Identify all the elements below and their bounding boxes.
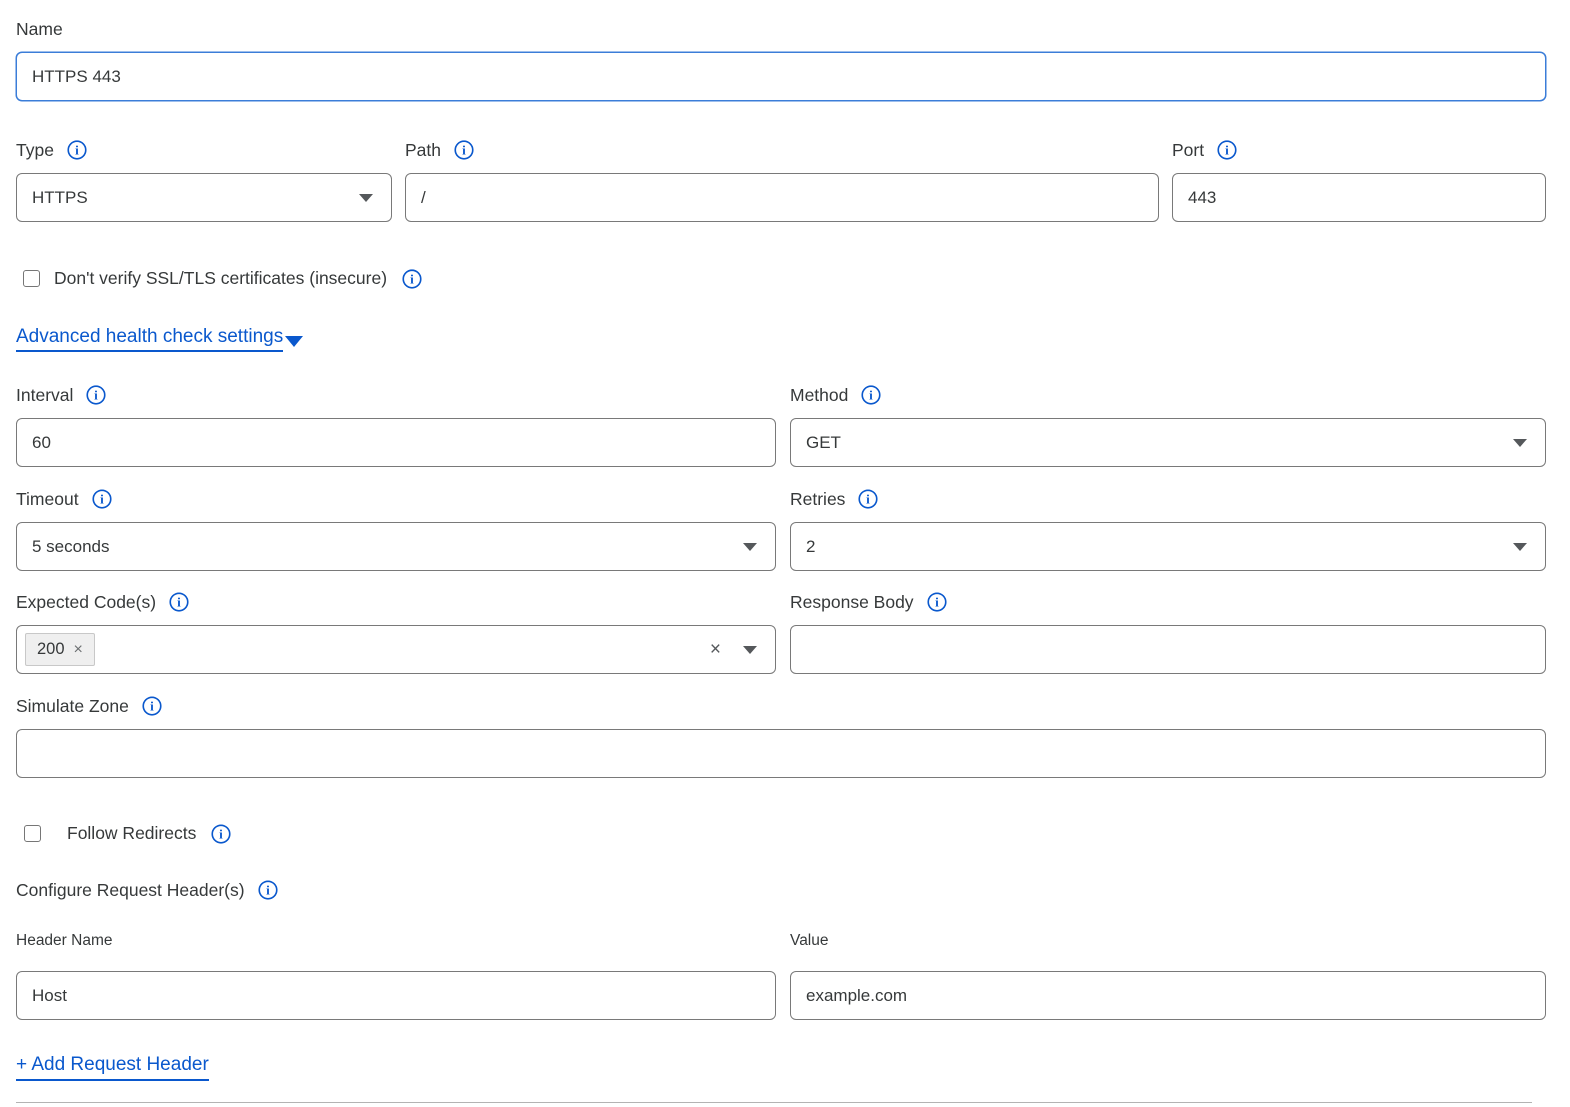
timeout-select[interactable]: 5 seconds (16, 522, 776, 571)
chevron-down-icon (285, 336, 303, 347)
interval-label: Interval (16, 384, 73, 406)
info-icon[interactable]: i (258, 880, 278, 900)
info-icon[interactable]: i (454, 140, 474, 160)
type-label: Type (16, 139, 54, 161)
path-input[interactable] (405, 173, 1159, 222)
info-icon[interactable]: i (92, 489, 112, 509)
method-label: Method (790, 384, 848, 406)
response-body-label: Response Body (790, 591, 914, 613)
method-select-value: GET (806, 433, 841, 453)
name-label: Name (16, 18, 63, 40)
timeout-label: Timeout (16, 488, 79, 510)
name-input[interactable] (16, 52, 1546, 101)
simulate-zone-field: Simulate Zone i (16, 695, 1546, 778)
info-icon[interactable]: i (67, 140, 87, 160)
header-value-field: Value (790, 930, 1546, 1020)
expected-codes-field: Expected Code(s) i 200 × × (16, 591, 776, 674)
svg-text:i: i (935, 595, 939, 610)
simulate-zone-input[interactable] (16, 729, 1546, 778)
expected-codes-label: Expected Code(s) (16, 591, 156, 613)
chevron-down-icon (359, 194, 373, 202)
header-name-input[interactable] (16, 971, 776, 1020)
header-value-label: Value (790, 930, 829, 952)
info-icon[interactable]: i (1217, 140, 1237, 160)
type-field: Type i HTTPS (16, 139, 392, 222)
interval-input[interactable] (16, 418, 776, 467)
info-icon[interactable]: i (169, 592, 189, 612)
port-field: Port i (1172, 139, 1546, 222)
response-body-input[interactable] (790, 625, 1546, 674)
svg-text:i: i (177, 595, 181, 610)
remove-tag-icon[interactable]: × (74, 642, 83, 658)
method-field: Method i GET (790, 384, 1546, 467)
svg-text:i: i (867, 492, 871, 507)
ssl-verify-checkbox[interactable] (23, 270, 40, 287)
path-label: Path (405, 139, 441, 161)
clear-all-icon[interactable]: × (710, 640, 721, 659)
chevron-down-icon (743, 543, 757, 551)
advanced-settings-link[interactable]: Advanced health check settings (16, 326, 283, 352)
retries-select-value: 2 (806, 537, 815, 557)
follow-redirects-checkbox[interactable] (24, 825, 41, 842)
info-icon[interactable]: i (142, 696, 162, 716)
interval-field: Interval i (16, 384, 776, 467)
request-headers-section-label: Configure Request Header(s) (16, 879, 245, 901)
svg-text:i: i (870, 388, 874, 403)
health-check-form: Name Type i HTTPS Path i (16, 0, 1546, 1103)
type-select[interactable]: HTTPS (16, 173, 392, 222)
info-icon[interactable]: i (927, 592, 947, 612)
ssl-verify-label: Don't verify SSL/TLS certificates (insec… (54, 268, 387, 289)
chevron-down-icon (1513, 543, 1527, 551)
svg-text:i: i (75, 143, 79, 158)
svg-text:i: i (220, 826, 224, 841)
port-input[interactable] (1172, 173, 1546, 222)
header-value-input[interactable] (790, 971, 1546, 1020)
info-icon[interactable]: i (211, 824, 231, 844)
request-header-row: Header Name Value (16, 930, 1546, 1020)
port-label: Port (1172, 139, 1204, 161)
info-icon[interactable]: i (858, 489, 878, 509)
type-select-value: HTTPS (32, 188, 88, 208)
response-body-field: Response Body i (790, 591, 1546, 674)
info-icon[interactable]: i (86, 385, 106, 405)
svg-text:i: i (462, 143, 466, 158)
section-divider (16, 1102, 1532, 1103)
code-tag-value: 200 (37, 640, 65, 659)
timeout-select-value: 5 seconds (32, 537, 110, 557)
retries-label: Retries (790, 488, 845, 510)
path-field: Path i (405, 139, 1159, 222)
follow-redirects-label: Follow Redirects (67, 823, 196, 844)
chevron-down-icon (1513, 439, 1527, 447)
header-name-label: Header Name (16, 930, 113, 952)
method-select[interactable]: GET (790, 418, 1546, 467)
svg-text:i: i (1225, 143, 1229, 158)
svg-text:i: i (100, 492, 104, 507)
retries-field: Retries i 2 (790, 488, 1546, 571)
svg-text:i: i (150, 699, 154, 714)
add-request-header-link[interactable]: + Add Request Header (16, 1054, 209, 1081)
svg-text:i: i (410, 271, 414, 286)
code-tag: 200 × (25, 633, 95, 666)
timeout-field: Timeout i 5 seconds (16, 488, 776, 571)
header-name-field: Header Name (16, 930, 776, 1020)
svg-text:i: i (266, 883, 270, 898)
simulate-zone-label: Simulate Zone (16, 695, 129, 717)
expected-codes-multiselect[interactable]: 200 × × (16, 625, 776, 674)
info-icon[interactable]: i (402, 269, 422, 289)
info-icon[interactable]: i (861, 385, 881, 405)
retries-select[interactable]: 2 (790, 522, 1546, 571)
chevron-down-icon[interactable] (743, 646, 757, 654)
svg-text:i: i (95, 388, 99, 403)
